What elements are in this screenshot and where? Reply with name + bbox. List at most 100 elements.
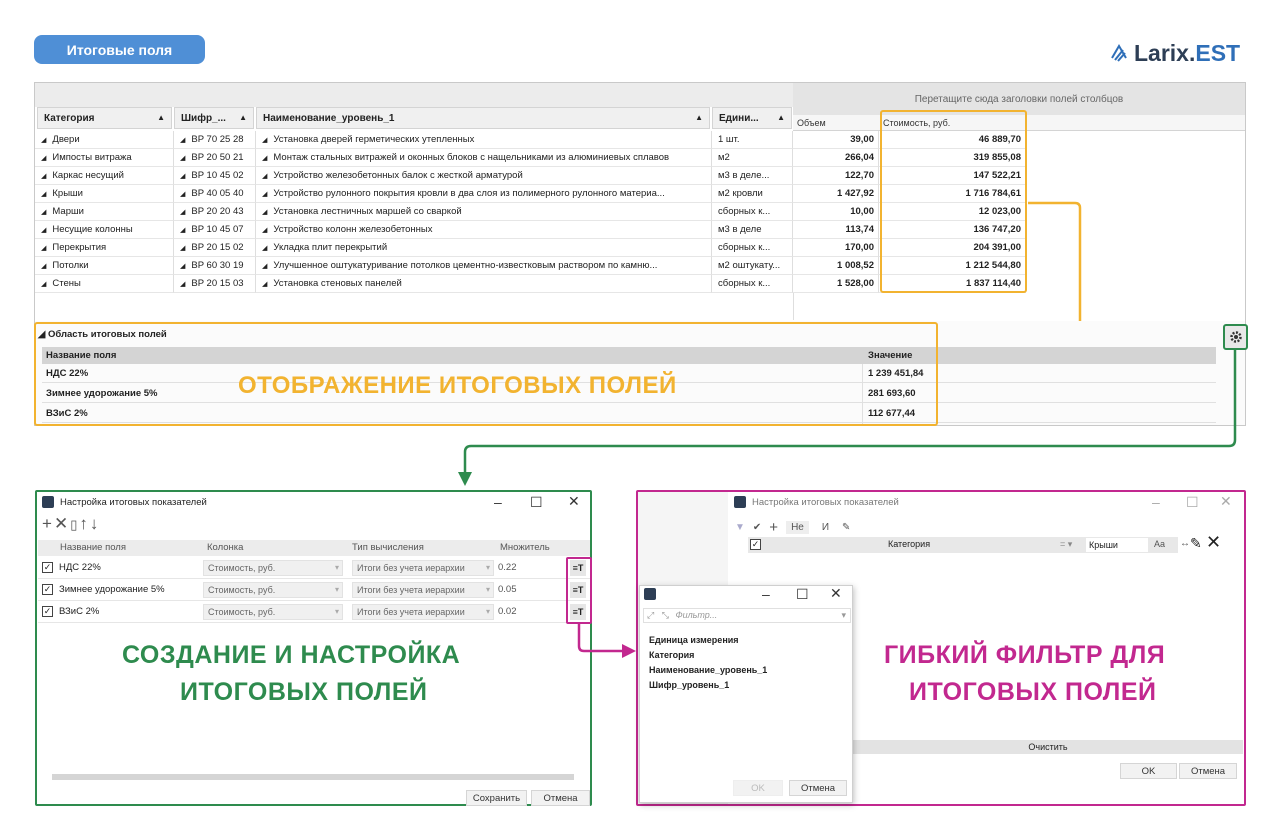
row-checkbox[interactable]: ✓ [42, 606, 53, 617]
column-select[interactable]: Стоимость, руб. [203, 604, 343, 620]
maximize-button[interactable]: ☐ [1186, 494, 1199, 511]
calc-type-select[interactable]: Итоги без учета иерархии [352, 604, 494, 620]
expand-triangle-icon[interactable]: ◢ [262, 245, 267, 252]
list-item[interactable]: Единица измерения [649, 635, 739, 645]
popup-cancel-button[interactable]: Отмена [789, 780, 847, 796]
settings-button[interactable] [1223, 324, 1248, 350]
close-button[interactable]: ✕ [1220, 493, 1232, 510]
popup-ok-button[interactable]: OK [733, 780, 783, 796]
list-item[interactable]: Шифр_уровень_1 [649, 680, 729, 690]
list-item[interactable]: Категория [649, 650, 694, 660]
list-item[interactable]: ✓ Зимнее удорожание 5% Стоимость, руб. И… [38, 580, 590, 601]
maximize-button[interactable]: ☐ [796, 586, 809, 603]
and-button[interactable]: И [817, 521, 834, 534]
calc-type-select[interactable]: Итоги без учета иерархии [352, 582, 494, 598]
calc-type-select[interactable]: Итоги без учета иерархии [352, 560, 494, 576]
cancel-button[interactable]: Отмена [1179, 763, 1237, 779]
col-field-name[interactable]: Название поля [54, 540, 126, 556]
field-name[interactable]: НДС 22% [59, 562, 101, 573]
delete-condition-icon[interactable]: ✕ [1206, 532, 1221, 553]
expand-triangle-icon[interactable]: ◢ [41, 263, 46, 270]
field-name[interactable]: Зимнее удорожание 5% [59, 584, 165, 595]
close-button[interactable]: ✕ [568, 493, 580, 510]
table-row[interactable]: ◢ Каркас несущий ◢ BP 10 45 02 ◢ Устройство ж… [35, 167, 1245, 185]
minimize-button[interactable]: – [494, 494, 502, 510]
edit-condition-icon[interactable]: ✎ [1190, 535, 1202, 552]
list-item[interactable]: ✓ ВЗиС 2% Стоимость, руб. Итоги без учет… [38, 602, 590, 623]
column-select[interactable]: Стоимость, руб. [203, 560, 343, 576]
col-column[interactable]: Колонка [201, 540, 243, 556]
expand-triangle-icon[interactable]: ◢ [180, 137, 185, 144]
expand-triangle-icon[interactable]: ◢ [180, 281, 185, 288]
move-down-icon[interactable]: ↓ [90, 514, 101, 533]
minimize-button[interactable]: – [762, 586, 770, 602]
expand-triangle-icon[interactable]: ◢ [41, 137, 46, 144]
list-item[interactable]: ✓ НДС 22% Стоимость, руб. Итоги без учет… [38, 558, 590, 579]
field-name[interactable]: ВЗиС 2% [59, 606, 99, 617]
maximize-button[interactable]: ☐ [530, 494, 543, 511]
expand-triangle-icon[interactable]: ◢ [41, 173, 46, 180]
expand-triangle-icon[interactable]: ◢ [180, 245, 185, 252]
copy-icon[interactable]: ▯ [70, 517, 79, 532]
not-button[interactable]: Не [786, 521, 809, 534]
condition-value[interactable]: Крыши [1086, 538, 1148, 552]
list-item[interactable]: Наименование_уровень_1 [649, 665, 767, 675]
edit-icon[interactable]: ✎ [842, 522, 850, 533]
col-header-category[interactable]: Категория ▲ [37, 107, 172, 129]
expand-triangle-icon[interactable]: ◢ [41, 155, 46, 162]
move-up-icon[interactable]: ↑ [79, 514, 90, 533]
expand-triangle-icon[interactable]: ◢ [41, 281, 46, 288]
row-checkbox[interactable]: ✓ [42, 584, 53, 595]
expand-icon[interactable]: ⤢ [647, 610, 654, 620]
expand-triangle-icon[interactable]: ◢ [41, 227, 46, 234]
condition-operator[interactable]: = ▾ [1060, 539, 1072, 550]
col-multiplier[interactable]: Множитель [494, 540, 550, 556]
more-icon[interactable]: ↔ [1180, 538, 1190, 549]
add-condition-icon[interactable]: + [769, 519, 778, 536]
expand-triangle-icon[interactable]: ◢ [180, 263, 185, 270]
expand-triangle-icon[interactable]: ◢ [262, 263, 267, 270]
check-icon[interactable]: ✔ [753, 522, 761, 533]
expand-triangle-icon[interactable]: ◢ [262, 227, 267, 234]
expand-triangle-icon[interactable]: ◢ [41, 245, 46, 252]
close-button[interactable]: ✕ [830, 585, 842, 602]
multiplier-input[interactable]: 0.05 [498, 584, 517, 595]
expand-triangle-icon[interactable]: ◢ [262, 209, 267, 216]
minimize-button[interactable]: – [1152, 494, 1160, 510]
expand-triangle-icon[interactable]: ◢ [180, 173, 185, 180]
horizontal-scrollbar[interactable] [42, 773, 584, 781]
expand-triangle-icon[interactable]: ◢ [180, 191, 185, 198]
table-row[interactable]: ◢ Импосты витража ◢ BP 20 50 21 ◢ Монтаж стал… [35, 149, 1245, 167]
row-checkbox[interactable]: ✓ [42, 562, 53, 573]
expand-triangle-icon[interactable]: ◢ [262, 137, 267, 144]
column-select[interactable]: Стоимость, руб. [203, 582, 343, 598]
multiplier-input[interactable]: 0.02 [498, 606, 517, 617]
clear-button[interactable]: Очистить [853, 740, 1243, 754]
expand-triangle-icon[interactable]: ◢ [41, 191, 46, 198]
save-button[interactable]: Сохранить [466, 790, 527, 806]
expand-triangle-icon[interactable]: ◢ [262, 281, 267, 288]
table-row[interactable]: ◢ Двери ◢ BP 70 25 28 ◢ Установка дверей герм… [35, 131, 1245, 149]
expand-triangle-icon[interactable]: ◢ [262, 191, 267, 198]
condition-checkbox[interactable]: ✓ [750, 539, 761, 550]
filter-search-box[interactable]: ⤢ ⤡ Фильтр... ▾ [643, 608, 851, 623]
col-header-name[interactable]: Наименование_уровень_1 ▲ [256, 107, 710, 129]
case-toggle[interactable]: Aa [1154, 539, 1165, 549]
col-header-volume[interactable]: Объем [793, 115, 879, 131]
ok-button[interactable]: OK [1120, 763, 1177, 779]
col-header-code[interactable]: Шифр_... ▲ [174, 107, 254, 129]
expand-triangle-icon[interactable]: ◢ [180, 155, 185, 162]
multiplier-input[interactable]: 0.22 [498, 562, 517, 573]
condition-field[interactable]: Категория [888, 539, 930, 549]
collapse-icon[interactable]: ⤡ [662, 610, 669, 620]
col-calc-type[interactable]: Тип вычисления [346, 540, 424, 556]
expand-triangle-icon[interactable]: ◢ [41, 209, 46, 216]
cancel-button[interactable]: Отмена [531, 790, 590, 806]
col-header-unit[interactable]: Едини... ▲ [712, 107, 792, 129]
expand-triangle-icon[interactable]: ◢ [262, 173, 267, 180]
delete-icon[interactable]: ✕ [54, 514, 70, 533]
expand-triangle-icon[interactable]: ◢ [180, 209, 185, 216]
add-icon[interactable]: + [42, 514, 54, 533]
expand-triangle-icon[interactable]: ◢ [180, 227, 185, 234]
expand-triangle-icon[interactable]: ◢ [262, 155, 267, 162]
